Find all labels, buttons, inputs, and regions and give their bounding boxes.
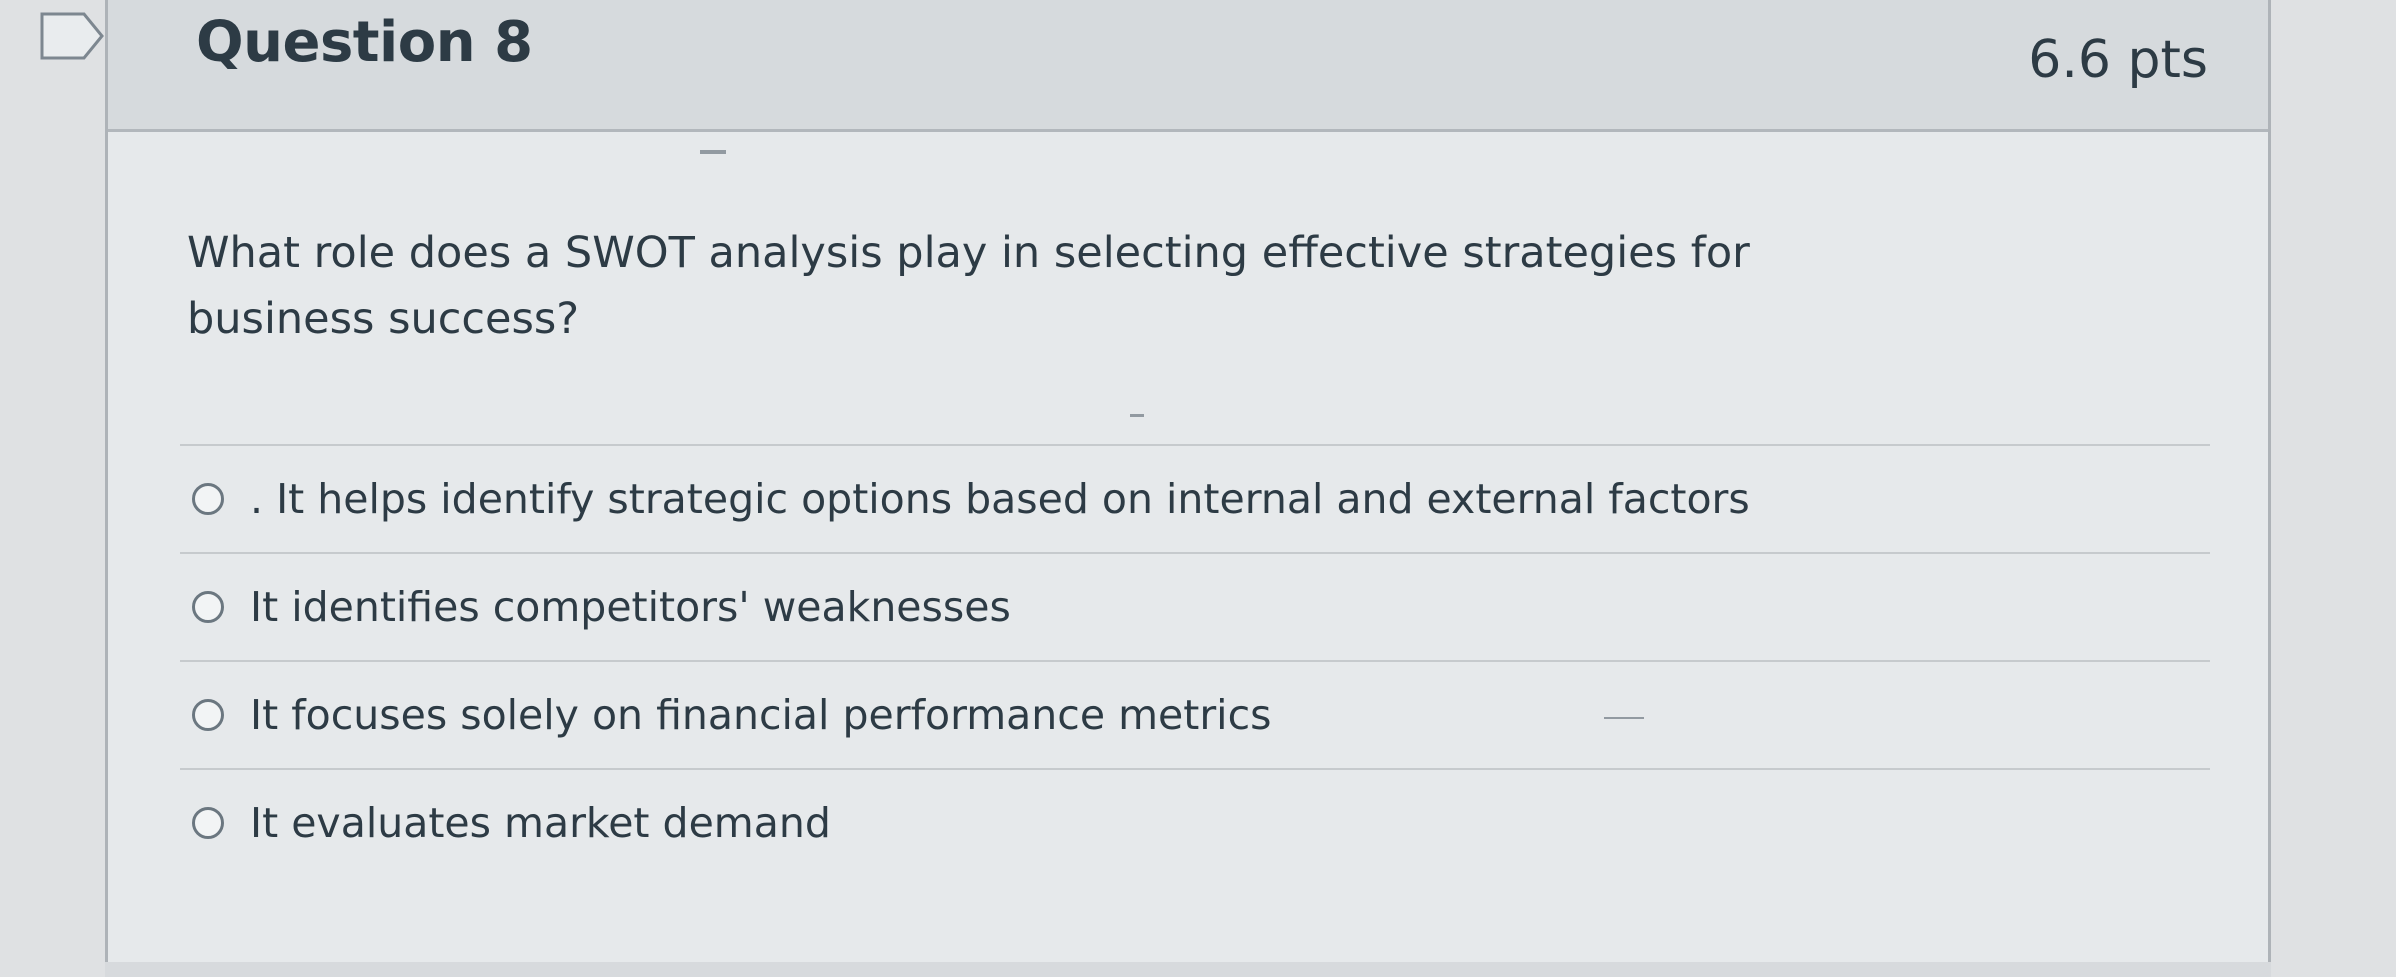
question-points: 6.6 pts (2028, 30, 2208, 90)
screen-speck (1130, 414, 1144, 417)
answer-option[interactable]: . It helps identify strategic options ba… (180, 444, 2210, 552)
answer-option[interactable]: It focuses solely on financial performan… (180, 660, 2210, 768)
answer-label[interactable]: It focuses solely on financial performan… (250, 691, 1271, 739)
radio-unselected-icon[interactable] (192, 483, 224, 515)
screen-speck (1604, 717, 1644, 719)
question-card: Question 8 6.6 pts What role does a SWOT… (105, 0, 2271, 962)
question-header: Question 8 6.6 pts (108, 0, 2268, 132)
answer-label[interactable]: . It helps identify strategic options ba… (250, 475, 1750, 523)
left-gutter (0, 0, 105, 977)
flag-bookmark-icon[interactable] (40, 12, 104, 60)
answer-label[interactable]: It evaluates market demand (250, 799, 831, 847)
radio-unselected-icon[interactable] (192, 807, 224, 839)
question-body: What role does a SWOT analysis play in s… (108, 132, 2268, 962)
right-gutter (2271, 0, 2396, 977)
question-title: Question 8 (196, 10, 533, 75)
answer-label[interactable]: It identifies competitors' weaknesses (250, 583, 1011, 631)
question-text: What role does a SWOT analysis play in s… (187, 228, 1750, 344)
answer-list: . It helps identify strategic options ba… (180, 444, 2210, 876)
answer-option[interactable]: It identifies competitors' weaknesses (180, 552, 2210, 660)
radio-unselected-icon[interactable] (192, 699, 224, 731)
radio-unselected-icon[interactable] (192, 591, 224, 623)
screen-speck (700, 150, 726, 154)
answer-option[interactable]: It evaluates market demand (180, 768, 2210, 876)
